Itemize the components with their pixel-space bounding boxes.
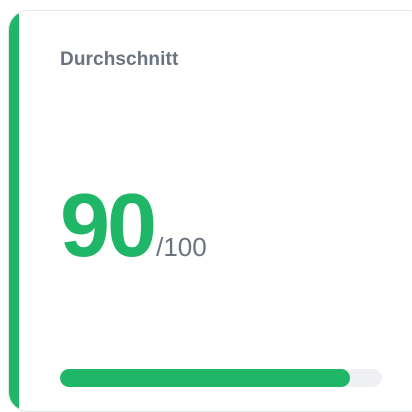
- average-score-card: Durchschnitt 90 /100: [8, 10, 412, 412]
- score-max: /100: [156, 232, 207, 262]
- score-display: 90 /100: [60, 181, 207, 271]
- score-value: 90: [60, 176, 157, 276]
- card-title: Durchschnitt: [60, 49, 179, 70]
- card-accent-bar: [9, 11, 19, 411]
- progress-bar: [60, 369, 382, 387]
- progress-fill: [60, 369, 350, 387]
